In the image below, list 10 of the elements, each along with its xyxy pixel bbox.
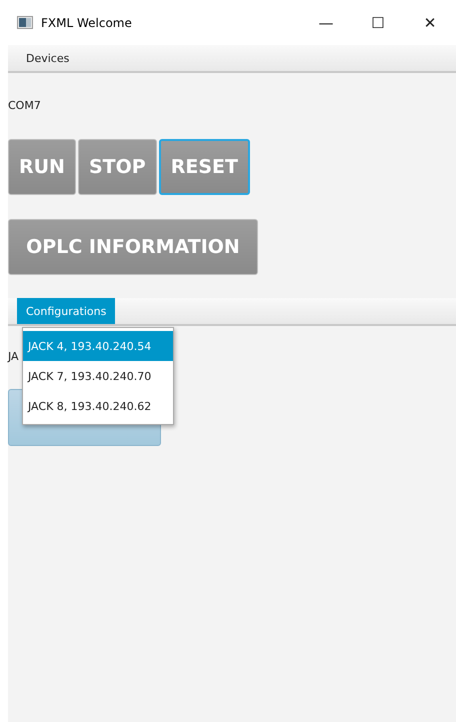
app-icon <box>17 16 33 29</box>
menu[interactable]: Devices <box>17 45 78 71</box>
close-button[interactable]: ✕ <box>404 0 456 45</box>
menu-item[interactable]: JACK 8, 193.40.240.62 <box>23 391 173 421</box>
port-label: COM7 <box>8 99 41 112</box>
menu-item[interactable]: JACK 7, 193.40.240.70 <box>23 361 173 391</box>
maximize-button[interactable]: ☐ <box>352 0 404 45</box>
config-label: JA <box>8 350 19 363</box>
window-title: FXML Welcome <box>41 16 133 30</box>
minimize-button[interactable]: — <box>300 0 352 45</box>
